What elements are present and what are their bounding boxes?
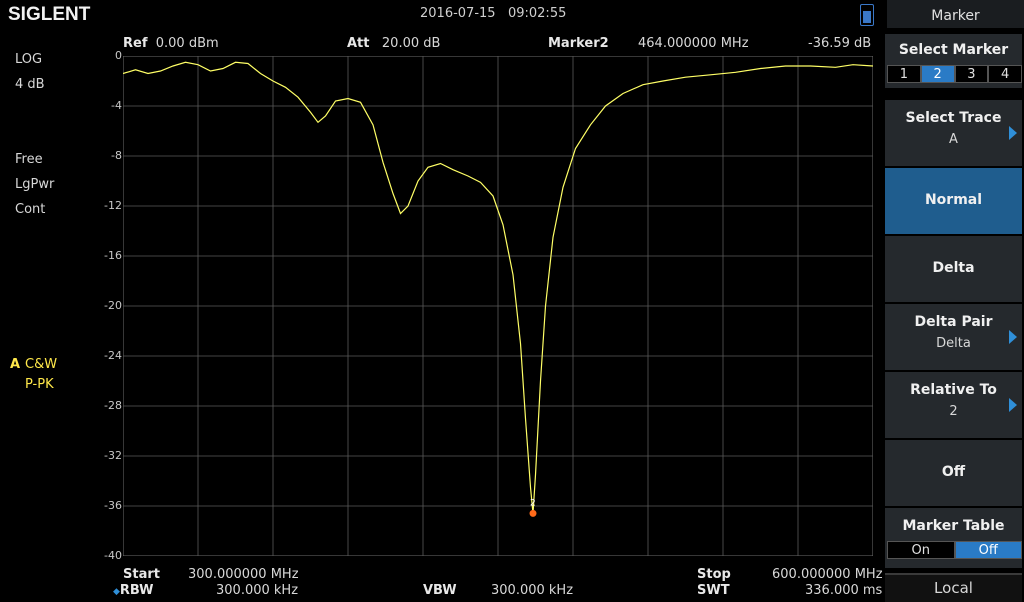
ref-level-readout[interactable]: Ref 0.00 dBm — [123, 36, 219, 51]
y-tick-label: -28 — [104, 399, 122, 412]
marker-table-toggle[interactable]: On Off — [887, 541, 1022, 559]
siglent-logo: SIGLENT — [8, 4, 91, 25]
rbw-readout[interactable]: ◆RBW — [113, 583, 153, 598]
y-tick-label: -24 — [104, 349, 122, 362]
select-trace-label: Select Trace — [905, 110, 1002, 126]
local-button[interactable]: Local — [885, 573, 1022, 602]
submenu-arrow-icon — [1009, 126, 1017, 140]
scale-type: LOG — [15, 52, 43, 67]
y-tick-label: -12 — [104, 199, 122, 212]
start-label: Start — [123, 567, 160, 582]
date-text: 2016-07-15 — [420, 6, 496, 21]
att-label: Att — [347, 36, 370, 51]
select-trace-value: A — [949, 132, 958, 147]
detector-power: LgPwr — [15, 177, 55, 192]
trace-detector: P-PK — [25, 377, 54, 392]
delta-pair-value: Delta — [936, 336, 971, 351]
marker-option-1[interactable]: 1 — [887, 65, 921, 83]
swt-label: SWT — [697, 583, 730, 598]
datetime: 2016-07-15 09:02:55 — [420, 6, 566, 21]
select-trace-key[interactable]: Select Trace A — [885, 98, 1022, 166]
trace-letter: A — [10, 357, 21, 372]
marker-table-on[interactable]: On — [887, 541, 955, 559]
time-text: 09:02:55 — [507, 6, 567, 21]
spectrum-plot[interactable]: 2 — [123, 56, 873, 556]
marker-off-label: Off — [941, 464, 966, 480]
trigger-mode: Free — [15, 152, 43, 167]
marker-number-selector[interactable]: 1 2 3 4 — [887, 65, 1022, 83]
delta-key[interactable]: Delta — [885, 234, 1022, 302]
relative-to-key[interactable]: Relative To 2 — [885, 370, 1022, 438]
submenu-arrow-icon — [1009, 330, 1017, 344]
y-tick-label: -20 — [104, 299, 122, 312]
menu-title: Marker — [887, 0, 1024, 28]
delta-pair-key[interactable]: Delta Pair Delta — [885, 302, 1022, 370]
sweep-time-value[interactable]: 336.000 ms — [805, 583, 882, 598]
marker-number-label: 2 — [530, 498, 536, 508]
scale-division: 4 dB — [15, 77, 45, 92]
vbw-value[interactable]: 300.000 kHz — [491, 583, 573, 598]
marker-dot — [529, 509, 537, 517]
start-frequency[interactable]: 300.000000 MHz — [188, 567, 299, 582]
rbw-diamond-icon: ◆ — [113, 587, 120, 597]
normal-key[interactable]: Normal — [885, 166, 1022, 234]
normal-label: Normal — [924, 192, 983, 208]
relative-to-value: 2 — [949, 404, 958, 419]
y-tick-label: -40 — [104, 549, 122, 562]
marker-option-3[interactable]: 3 — [954, 65, 989, 83]
vbw-label: VBW — [423, 583, 457, 598]
y-tick-label: 0 — [115, 49, 122, 62]
rbw-value[interactable]: 300.000 kHz — [216, 583, 298, 598]
y-tick-label: -32 — [104, 449, 122, 462]
att-value: 20.00 dB — [381, 36, 441, 51]
y-tick-label: -36 — [104, 499, 122, 512]
marker-level: -36.59 dB — [808, 36, 872, 51]
marker-name: Marker2 — [548, 36, 609, 51]
stop-frequency[interactable]: 600.000000 MHz — [772, 567, 883, 582]
marker-frequency: 464.000000 MHz — [638, 36, 749, 51]
select-marker-label: Select Marker — [898, 42, 1009, 58]
marker-option-4[interactable]: 4 — [988, 65, 1022, 83]
ref-value: 0.00 dBm — [155, 36, 219, 51]
delta-label: Delta — [932, 260, 975, 276]
usb-icon — [860, 4, 874, 26]
marker-option-2[interactable]: 2 — [920, 65, 955, 83]
marker-table-label: Marker Table — [902, 518, 1005, 534]
marker-2-indicator[interactable]: 2 — [529, 498, 537, 517]
y-tick-label: -8 — [111, 149, 122, 162]
attenuation-readout[interactable]: Att 20.00 dB — [347, 36, 440, 51]
marker-table-off[interactable]: Off — [954, 541, 1022, 559]
relative-to-label: Relative To — [910, 382, 997, 398]
marker-off-key[interactable]: Off — [885, 438, 1022, 506]
trace-mode: C&W — [25, 357, 58, 372]
delta-pair-label: Delta Pair — [914, 314, 993, 330]
y-tick-label: -4 — [111, 99, 122, 112]
submenu-arrow-icon — [1009, 398, 1017, 412]
y-tick-label: -16 — [104, 249, 122, 262]
ref-label: Ref — [123, 36, 148, 51]
stop-label: Stop — [697, 567, 731, 582]
sweep-mode: Cont — [15, 202, 46, 217]
